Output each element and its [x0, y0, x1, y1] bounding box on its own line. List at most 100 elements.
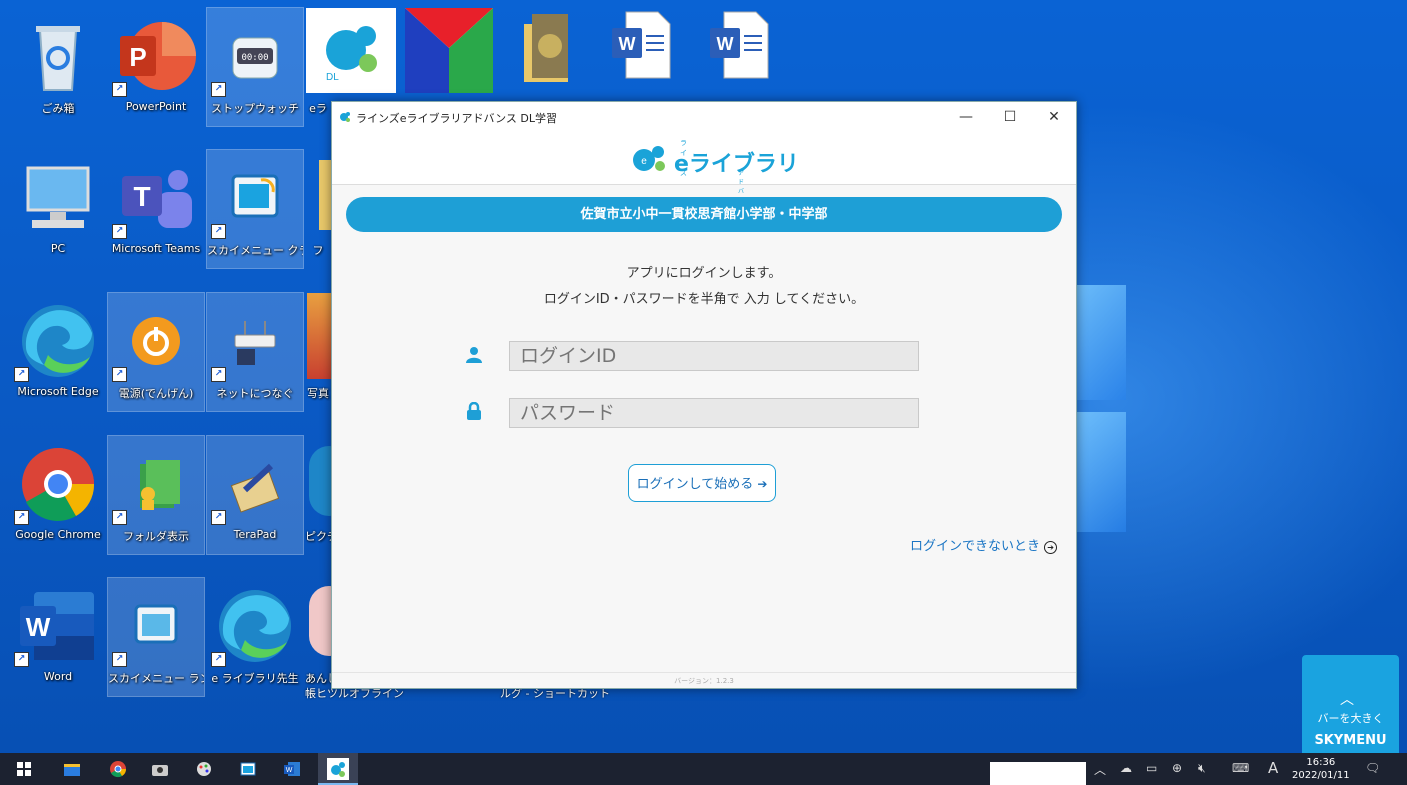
windows-logo-pane: [1076, 412, 1126, 532]
instruction-line-1: アプリにログインします。: [626, 266, 782, 281]
volume-muted-icon[interactable]: 🔇︎: [1198, 761, 1206, 776]
camera-icon[interactable]: [148, 757, 172, 781]
shortcut-arrow-icon: ↗: [112, 224, 127, 239]
app-window: ラインズeライブラリアドバンス DL学習 — ☐ ✕ e ラインズ eライブラリ…: [331, 101, 1077, 689]
login-button-label: ログインして始める: [636, 477, 754, 492]
desktop-icon-skymenu-class[interactable]: ↗ スカイメニュー クラス: [206, 149, 304, 269]
onedrive-icon[interactable]: ☁: [1120, 761, 1132, 775]
user-icon: [466, 347, 482, 363]
app-header: e ラインズ eライブラリ アドバンス: [332, 132, 1076, 213]
desktop-icon-pictures[interactable]: ピクチ: [305, 436, 331, 554]
word-icon: W: [20, 592, 94, 660]
shortcut-arrow-icon: ↗: [112, 367, 127, 382]
shortcut-arrow-icon: ↗: [211, 224, 226, 239]
window-title: ラインズeライブラリアドバンス DL学習: [356, 112, 557, 125]
folder-view-icon: [140, 460, 180, 510]
window-titlebar[interactable]: ラインズeライブラリアドバンス DL学習 — ☐ ✕: [332, 102, 1076, 132]
forgot-login-link[interactable]: ログインできないとき ➔: [910, 535, 1058, 554]
skymenu-launcher-icon: [134, 604, 178, 644]
maximize-button[interactable]: ☐: [988, 102, 1032, 132]
expand-wave-icon: ︿: [1340, 692, 1354, 708]
show-hidden-icons-chevron[interactable]: ︿: [1094, 761, 1106, 778]
paint-icon[interactable]: [192, 757, 216, 781]
keyboard-icon[interactable]: ⌨: [1232, 761, 1249, 775]
chrome-icon[interactable]: [106, 757, 130, 781]
skymenu-class-icon: [231, 174, 279, 218]
lock-icon: [467, 402, 481, 420]
desktop-icon-label: 電源(でんげん): [118, 387, 194, 400]
network-globe-icon[interactable]: ⊕: [1172, 761, 1182, 775]
desktop-icon-teams[interactable]: T ↗ Microsoft Teams: [108, 150, 204, 268]
folder-icon: [319, 160, 331, 230]
close-button[interactable]: ✕: [1032, 102, 1076, 132]
login-id-input[interactable]: [509, 341, 919, 371]
desktop-icon-label: フォルダ表示: [123, 530, 189, 543]
desktop-icon-pc[interactable]: PC: [10, 150, 106, 268]
elibrary-dl-icon: DL: [306, 8, 396, 93]
ime-indicator[interactable]: A: [1268, 759, 1278, 777]
desktop-icon-powerpoint[interactable]: P ↗ PowerPoint: [108, 8, 204, 126]
redacted-box: [990, 762, 1086, 785]
windows-logo-pane: [1076, 285, 1126, 400]
desktop-icon-word[interactable]: W ↗ Word: [10, 578, 106, 696]
chrome-icon: [22, 448, 95, 521]
desktop-icon-recycle-bin[interactable]: ごみ箱: [10, 8, 106, 126]
skymenu-brand: SKYMENU: [1314, 733, 1387, 748]
desktop-icon-power[interactable]: ↗ 電源(でんげん): [107, 292, 205, 412]
desktop-icon-label: e ライブラリ先生: [211, 672, 299, 685]
taskbar: W ︿ ☁ ▭ ⊕ 🔇︎ ⌨ A 16:36 2022/01/11 🗨︎: [0, 753, 1407, 785]
forgot-login-label: ログインできないとき: [910, 539, 1041, 554]
svg-text:W: W: [286, 767, 293, 774]
desktop-icon-label: ピクチ: [305, 530, 331, 543]
login-button[interactable]: ログインして始める ➔: [628, 464, 776, 502]
desktop-icon-anshin[interactable]: あんし: [305, 578, 331, 696]
password-input[interactable]: [509, 398, 919, 428]
shortcut-arrow-icon: ↗: [14, 652, 29, 667]
desktop-icon-photos[interactable]: 写真: [305, 293, 331, 411]
recycle-bin-icon: [36, 26, 80, 91]
desktop-icon-elibrary-teacher[interactable]: ↗ e ライブラリ先生: [207, 578, 303, 696]
desktop-icon-label: 写真: [307, 387, 329, 400]
desktop-icon-label: あんし: [305, 672, 331, 685]
shortcut-arrow-icon: ↗: [14, 367, 29, 382]
desktop-icon-partial[interactable]: フ: [305, 150, 331, 268]
teams-icon: T: [122, 170, 192, 228]
skymenu-widget[interactable]: ︿ バーを大きく SKYMENU: [1302, 655, 1399, 753]
powerpoint-icon: P: [120, 22, 196, 90]
shortcut-arrow-icon: ↗: [211, 510, 226, 525]
shortcut-arrow-icon: ↗: [211, 367, 226, 382]
desktop-icon-label: PC: [50, 242, 66, 255]
edge-icon: [22, 305, 94, 377]
desktop-icon-label: Microsoft Edge: [17, 385, 99, 398]
notifications-icon[interactable]: 🗨︎: [1365, 761, 1380, 775]
elibrary-taskbar-button[interactable]: [318, 753, 358, 785]
windows-start-icon[interactable]: [12, 757, 36, 781]
svg-text:P: P: [129, 42, 146, 72]
brand-name: eライブラリ: [674, 152, 799, 177]
desktop-icon-folder-view[interactable]: ↗ フォルダ表示: [107, 435, 205, 555]
word-taskbar-icon[interactable]: W: [280, 757, 304, 781]
minimize-button[interactable]: —: [944, 102, 988, 132]
clock-time: 16:36: [1306, 757, 1336, 768]
desktop-icon-network[interactable]: ↗ ネットにつなぐ: [206, 292, 304, 412]
skymenu-taskbar-icon[interactable]: [236, 757, 260, 781]
taskbar-clock[interactable]: 16:36 2022/01/11: [1292, 756, 1350, 782]
pc-icon: [26, 166, 90, 228]
school-name-bar: 佐賀市立小中一貫校思斉館小学部・中学部: [346, 197, 1062, 232]
sign-in-icon: ➔: [757, 477, 768, 491]
desktop-icon-label: フ: [312, 244, 324, 257]
network-icon: [234, 321, 276, 365]
battery-icon[interactable]: ▭: [1146, 761, 1157, 775]
desktop-icon-label: Google Chrome: [15, 528, 101, 541]
desktop-icon-stopwatch[interactable]: 00:00 ↗ ストップウォッチ: [206, 7, 304, 127]
svg-text:00:00: 00:00: [241, 53, 268, 63]
desktop-icon-edge[interactable]: ↗ Microsoft Edge: [10, 293, 106, 411]
desktop-icon-skymenu-launcher[interactable]: ↗ スカイメニュー ランチャー: [107, 577, 205, 697]
desktop-icon-terapad[interactable]: ↗ TeraPad: [206, 435, 304, 555]
desktop-icon-chrome[interactable]: ↗ Google Chrome: [10, 436, 106, 554]
desktop-icon-label: PowerPoint: [125, 100, 187, 113]
shortcut-arrow-icon: ↗: [112, 82, 127, 97]
svg-text:DL: DL: [326, 72, 339, 83]
file-explorer-icon[interactable]: [60, 757, 84, 781]
shortcut-arrow-icon: ↗: [211, 652, 226, 667]
